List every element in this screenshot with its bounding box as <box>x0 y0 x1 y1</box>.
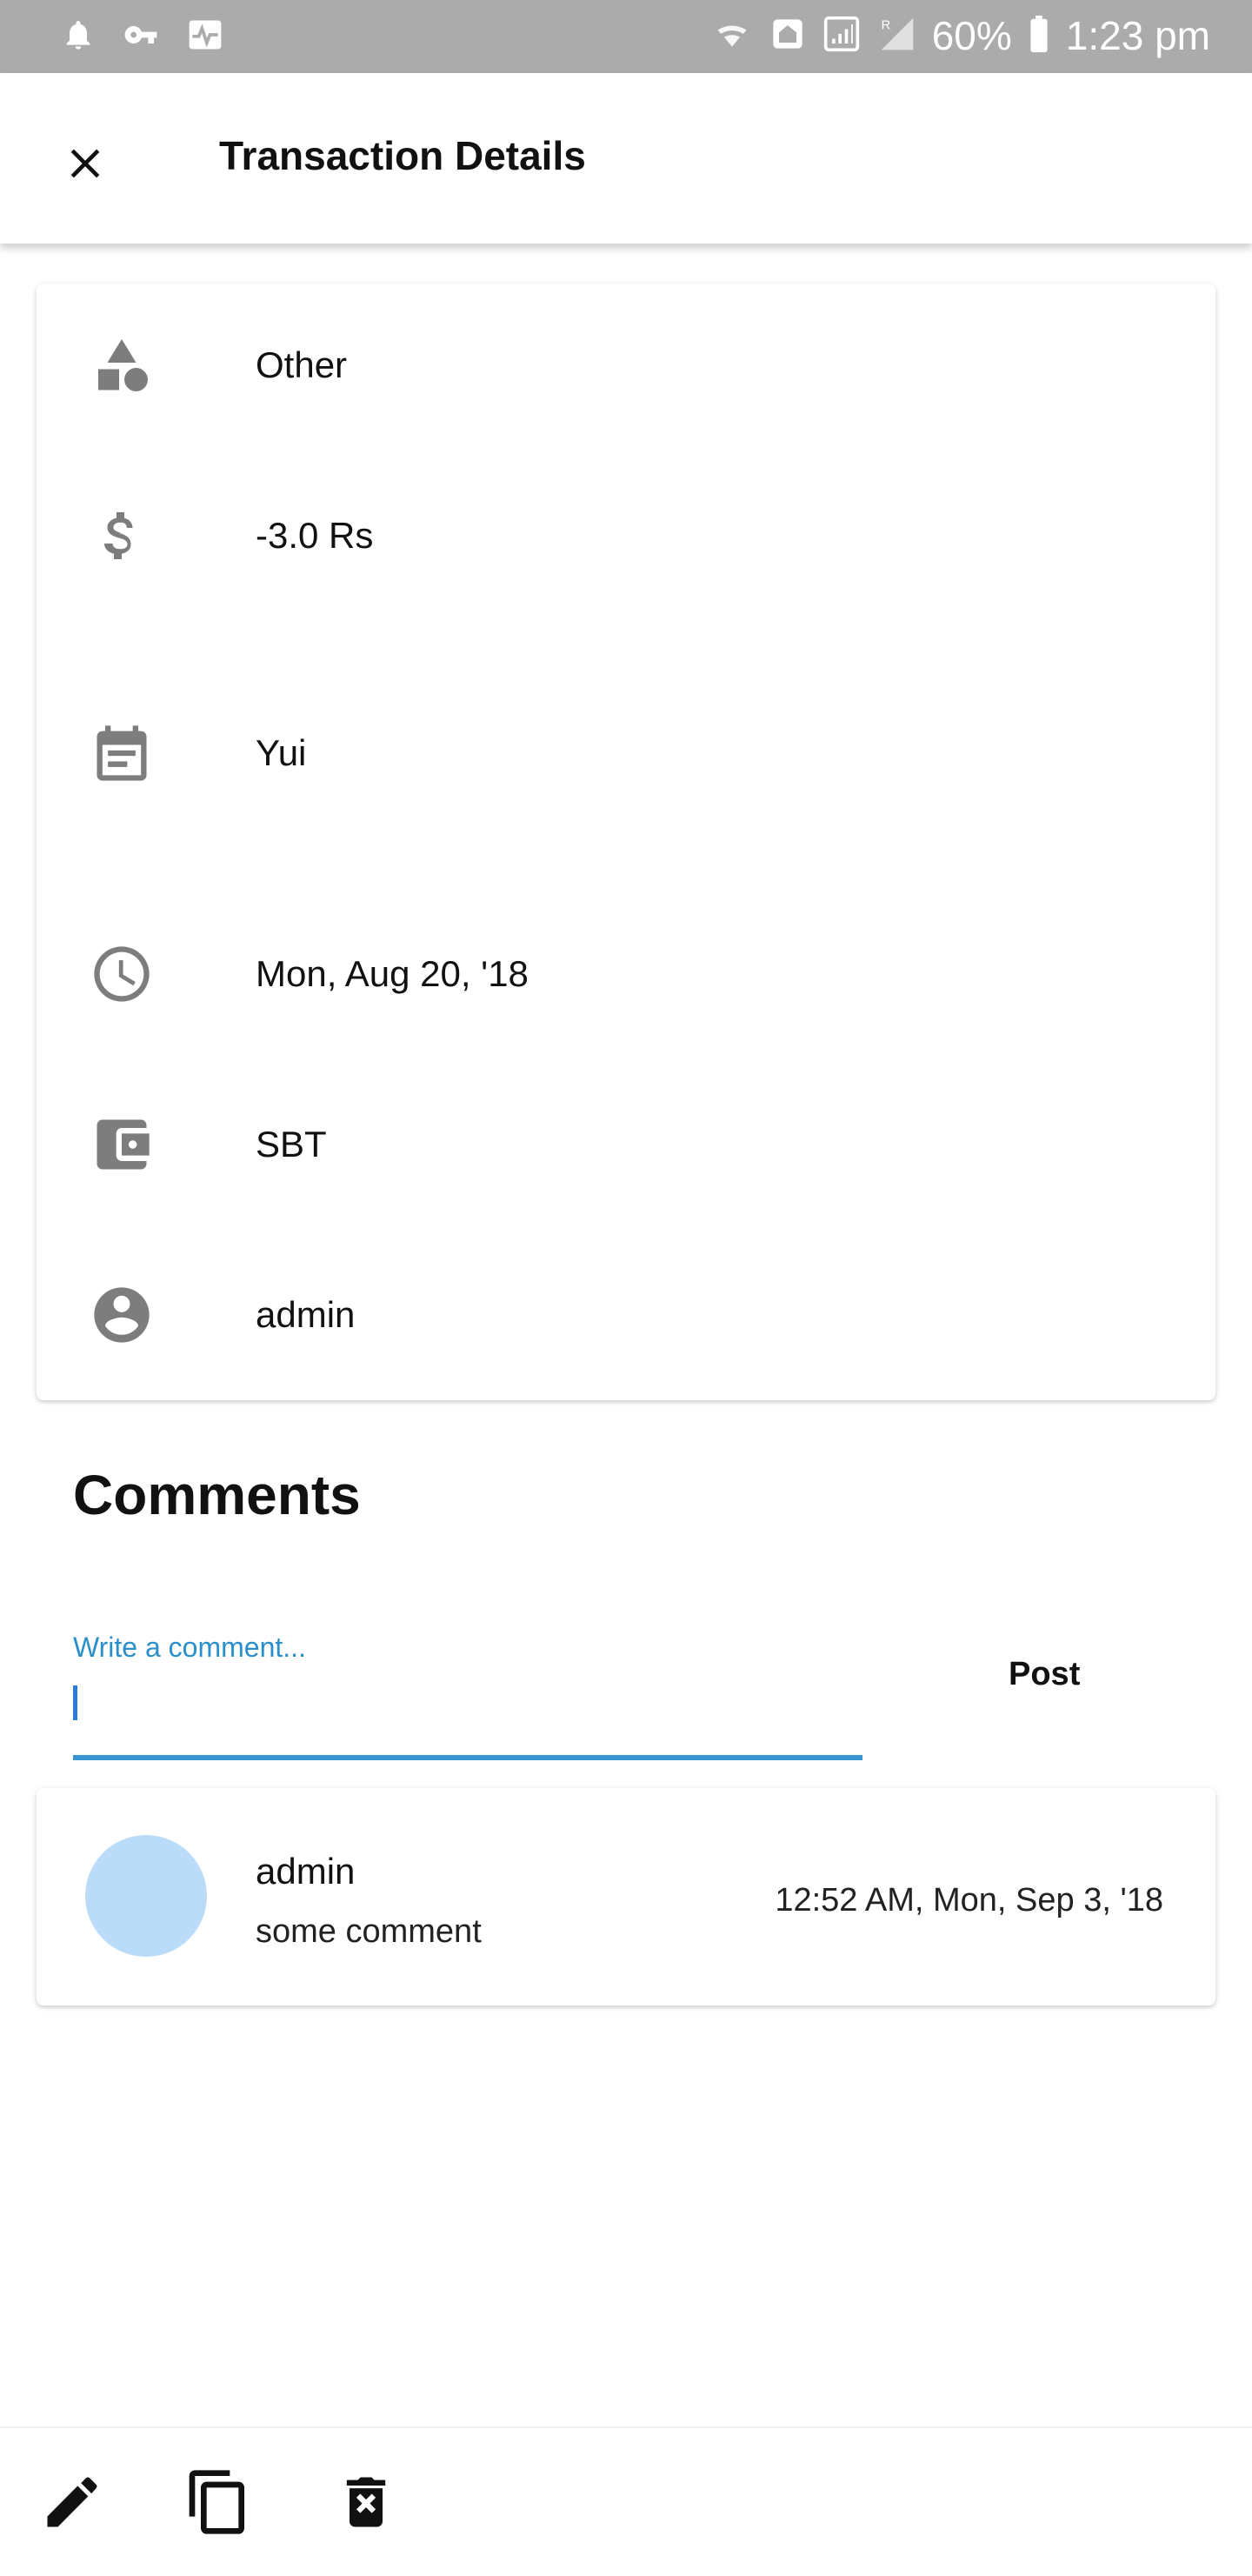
comments-heading: Comments <box>73 1464 361 1526</box>
category-row: Other <box>37 313 1215 417</box>
page-title: Transaction Details <box>219 133 586 178</box>
date-row: Mon, Aug 20, '18 <box>37 922 1215 1026</box>
account-row: SBT <box>37 1092 1215 1197</box>
note-value: Yui <box>256 732 307 773</box>
comment-timestamp: 12:52 AM, Mon, Sep 3, '18 <box>775 1882 1163 1919</box>
battery-icon <box>1028 14 1050 58</box>
status-bar: R 60% 1:23 pm <box>0 0 1252 73</box>
copy-button[interactable] <box>179 2463 257 2541</box>
user-value: admin <box>256 1294 356 1335</box>
copy-icon <box>189 2470 244 2534</box>
app-bar: Transaction Details <box>0 73 1252 244</box>
amount-row: -3.0 Rs <box>37 484 1215 588</box>
delete-icon <box>346 2477 386 2527</box>
dollar-icon <box>87 501 156 571</box>
comment-author: admin <box>256 1851 356 1892</box>
post-button[interactable]: Post <box>1009 1656 1080 1693</box>
date-value: Mon, Aug 20, '18 <box>256 953 529 994</box>
clock-icon <box>87 939 156 1009</box>
battery-percent: 60% <box>931 13 1012 58</box>
note-icon <box>87 718 156 788</box>
transaction-details-card: Other -3.0 Rs Yui Mon, Aug 20, '18 SBT a… <box>37 284 1215 1400</box>
signal-icon <box>821 15 862 57</box>
account-icon <box>87 1280 156 1350</box>
category-value: Other <box>256 344 348 385</box>
comment-card: admin some comment 12:52 AM, Mon, Sep 3,… <box>37 1788 1215 2005</box>
activity-icon <box>186 16 224 58</box>
wifi-icon <box>709 15 755 57</box>
comment-input-label: Write a comment... <box>73 1632 306 1663</box>
note-row: Yui <box>37 701 1215 805</box>
account-value: SBT <box>256 1124 327 1165</box>
avatar <box>85 1835 207 1957</box>
comment-text: some comment <box>256 1913 482 1950</box>
status-time: 1:23 pm <box>1065 13 1210 58</box>
amount-value: -3.0 Rs <box>256 515 374 556</box>
home-icon <box>770 15 805 57</box>
category-icon <box>87 330 156 400</box>
edit-icon <box>47 2477 97 2527</box>
status-icons-right: R 60% 1:23 pm <box>709 12 1210 59</box>
close-icon <box>70 149 100 178</box>
close-button[interactable] <box>50 129 120 198</box>
text-cursor <box>73 1685 77 1720</box>
roaming-signal-icon: R <box>878 15 916 57</box>
bell-icon <box>61 16 96 58</box>
key-icon <box>120 17 162 57</box>
status-icons-left <box>61 16 224 58</box>
svg-text:R: R <box>881 18 890 32</box>
comment-input[interactable] <box>73 1670 862 1760</box>
bottom-action-bar <box>0 2426 1252 2576</box>
user-row: admin <box>37 1263 1215 1367</box>
edit-button[interactable] <box>33 2463 111 2541</box>
delete-button[interactable] <box>327 2463 405 2541</box>
wallet-icon <box>87 1110 156 1179</box>
